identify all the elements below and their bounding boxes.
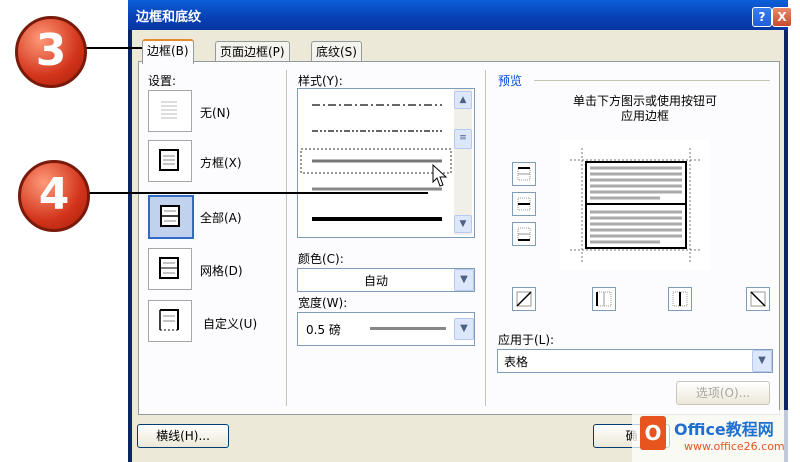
width-heading: 宽度(W): xyxy=(298,296,348,310)
chevron-down-icon[interactable]: ▼ xyxy=(752,350,772,372)
watermark: O Office教程网 www.office26.com xyxy=(632,410,800,462)
width-select-value: 0.5 磅 xyxy=(306,323,341,337)
apply-to-select[interactable]: 表格 ▼ xyxy=(497,349,773,373)
width-select[interactable]: 0.5 磅 ▼ xyxy=(297,312,475,346)
border-middle-button[interactable] xyxy=(512,192,536,216)
border-bottom-button[interactable] xyxy=(512,222,536,246)
callout-step-3: 3 xyxy=(15,16,87,88)
tab-borders[interactable]: 边框(B) xyxy=(142,39,194,64)
office-logo-icon: O xyxy=(640,416,666,450)
setting-custom-icon[interactable] xyxy=(148,300,192,342)
horizontal-line-button[interactable]: 横线(H)... xyxy=(137,424,229,448)
preview-rule xyxy=(534,80,770,81)
divider-right xyxy=(485,70,486,406)
help-button[interactable]: ? xyxy=(752,7,772,27)
close-button[interactable]: X xyxy=(772,7,792,27)
color-select[interactable]: 自动 ▼ xyxy=(297,268,475,292)
setting-custom-label[interactable]: 自定义(U) xyxy=(203,315,257,332)
watermark-text: Office教程网 xyxy=(674,420,774,439)
color-select-value: 自动 xyxy=(363,274,388,288)
preview-instruction-2: 应用边框 xyxy=(620,109,669,123)
options-button[interactable]: 选项(O)... xyxy=(676,381,770,405)
border-inside-vertical-button[interactable] xyxy=(668,287,692,311)
chevron-down-icon[interactable]: ▼ xyxy=(454,269,474,291)
width-sample-line xyxy=(370,327,446,330)
diagonal-up-button[interactable] xyxy=(512,287,536,311)
watermark-url: www.office26.com xyxy=(684,440,785,453)
setting-grid-icon[interactable] xyxy=(148,248,192,290)
apply-to-heading: 应用于(L): xyxy=(498,333,555,347)
preview-heading: 预览 xyxy=(498,74,523,88)
setting-grid-label[interactable]: 网格(D) xyxy=(200,262,243,279)
diagonal-down-button[interactable] xyxy=(746,287,770,311)
chevron-down-icon[interactable]: ▼ xyxy=(454,318,474,340)
callout-step-4: 4 xyxy=(18,160,90,232)
preview-table[interactable] xyxy=(560,140,710,270)
color-heading: 颜色(C): xyxy=(298,252,344,266)
border-left-button[interactable] xyxy=(592,287,616,311)
border-top-button[interactable] xyxy=(512,162,536,186)
apply-to-value: 表格 xyxy=(504,355,529,369)
